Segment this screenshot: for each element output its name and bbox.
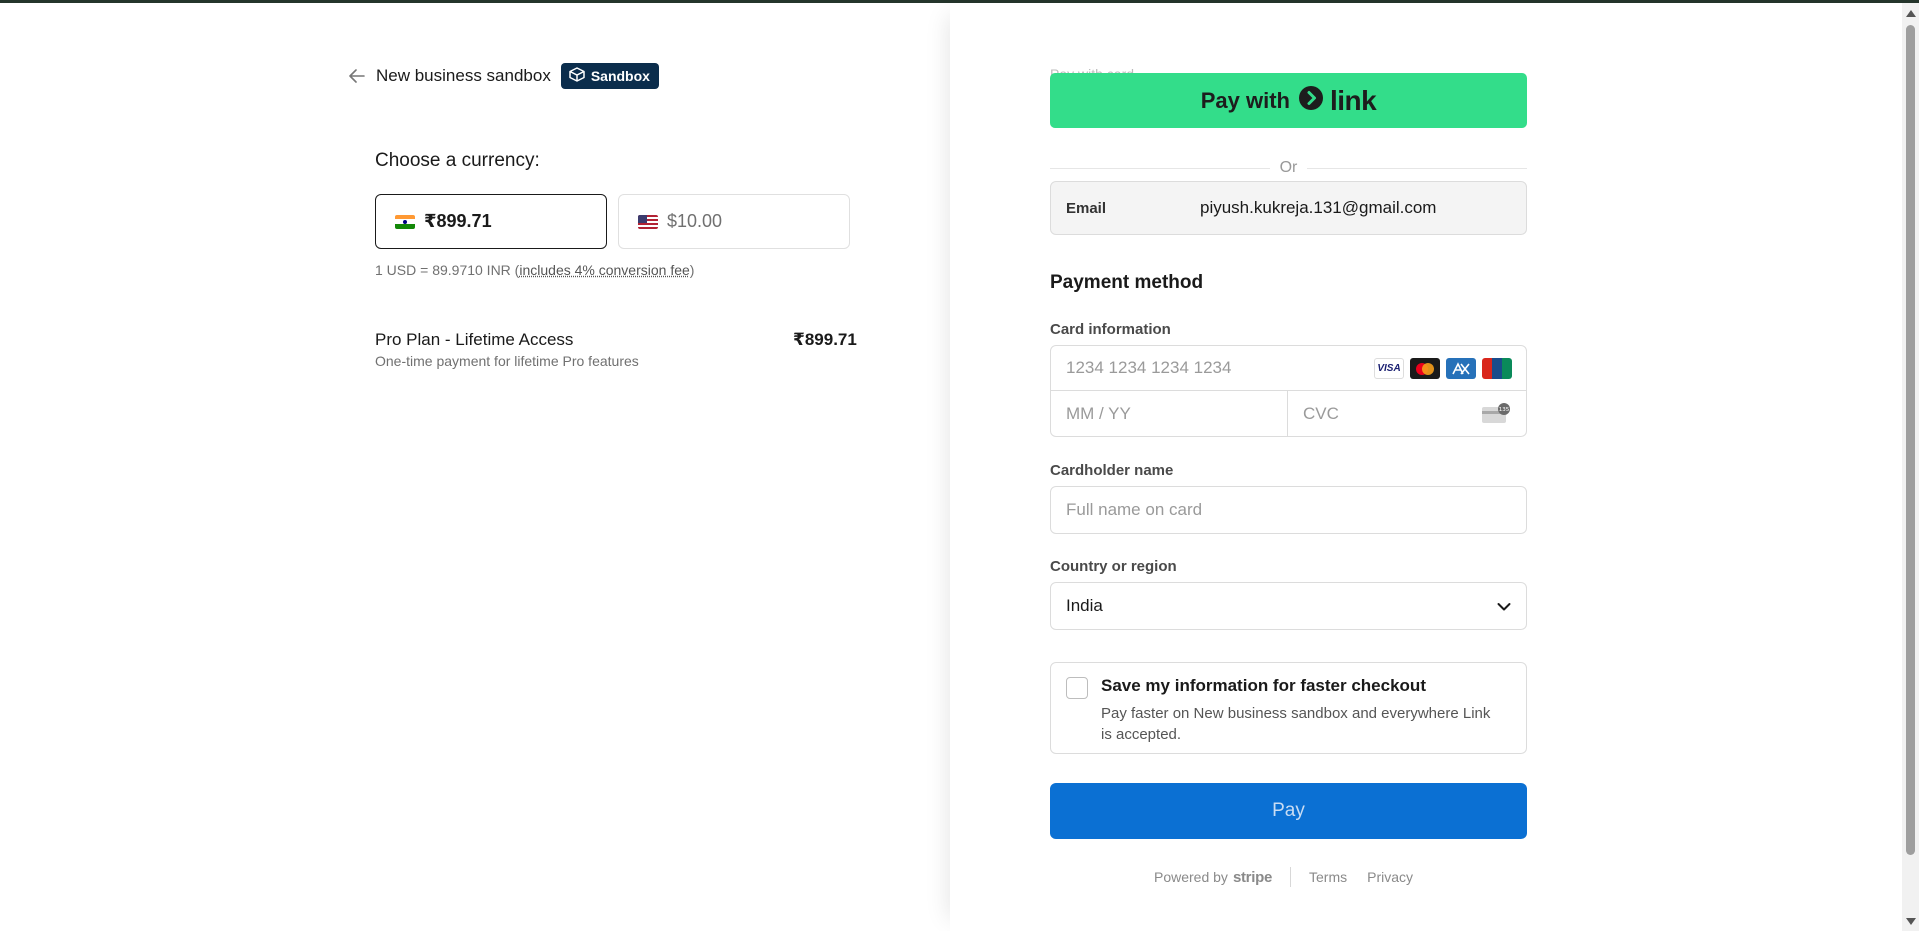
scroll-thumb[interactable]: [1906, 25, 1915, 855]
divider-line: [1307, 167, 1527, 169]
chevron-down-icon: [1497, 599, 1511, 617]
visa-icon: VISA: [1374, 358, 1404, 379]
rate-text: 1 USD = 89.9710 INR (: [375, 262, 520, 278]
save-info-title: Save my information for faster checkout: [1101, 676, 1426, 695]
cardholder-placeholder: Full name on card: [1066, 500, 1203, 519]
scroll-up-arrow-icon[interactable]: [1906, 10, 1916, 17]
cvc-hint-text: 135: [1499, 407, 1510, 413]
amex-icon: [1446, 358, 1476, 379]
divider-line: [1050, 167, 1270, 169]
link-button-prefix: Pay with: [1200, 87, 1290, 113]
currency-heading: Choose a currency:: [375, 150, 540, 171]
country-value: India: [1066, 596, 1103, 615]
country-select[interactable]: India: [1050, 582, 1527, 630]
cvc-card-icon: 135: [1481, 402, 1511, 429]
currency-option-inr[interactable]: ₹899.71: [375, 194, 607, 249]
save-info-checkbox[interactable]: [1066, 677, 1088, 699]
footer: Powered by stripe Terms Privacy: [1154, 866, 1413, 888]
payment-method-heading: Payment method: [1050, 272, 1204, 293]
currency-value-usd: $10.00: [667, 211, 723, 231]
sandbox-badge: Sandbox: [560, 63, 659, 89]
mastercard-icon: [1410, 358, 1440, 379]
footer-divider: [1290, 867, 1291, 887]
link-chevron-icon: [1298, 85, 1324, 116]
country-region-label: Country or region: [1050, 558, 1177, 575]
stripe-logo[interactable]: stripe: [1233, 869, 1272, 886]
email-field[interactable]: Email piyush.kukreja.131@gmail.com: [1050, 181, 1527, 235]
cardholder-name-label: Cardholder name: [1050, 462, 1174, 479]
india-flag-icon: [395, 214, 415, 229]
powered-by-text: Powered by: [1154, 869, 1228, 885]
unionpay-icon: [1482, 358, 1512, 379]
conversion-fee-link[interactable]: includes 4% conversion fee: [519, 262, 689, 278]
card-number-placeholder: 1234 1234 1234 1234: [1066, 358, 1232, 377]
cube-icon: [569, 67, 585, 85]
product-description: One-time payment for lifetime Pro featur…: [375, 353, 639, 369]
currency-value-inr: ₹899.71: [424, 211, 492, 231]
back-arrow-icon[interactable]: [349, 67, 367, 85]
pay-button[interactable]: Pay: [1050, 783, 1527, 839]
or-label: Or: [1279, 159, 1298, 176]
email-value: piyush.kukreja.131@gmail.com: [1200, 198, 1437, 217]
expiry-placeholder: MM / YY: [1066, 403, 1131, 423]
pay-with-link-button[interactable]: Pay with link: [1050, 73, 1527, 128]
product-name: Pro Plan - Lifetime Access: [375, 330, 574, 349]
product-price: ₹899.71: [793, 330, 857, 349]
cvc-input[interactable]: CVC 135: [1288, 391, 1525, 436]
expiry-input[interactable]: MM / YY: [1051, 391, 1288, 436]
terms-link[interactable]: Terms: [1309, 869, 1347, 885]
conversion-rate-note: 1 USD = 89.9710 INR (includes 4% convers…: [375, 262, 694, 278]
rate-suffix: ): [689, 262, 695, 278]
pay-button-label: Pay: [1272, 800, 1305, 821]
currency-option-usd[interactable]: $10.00: [618, 194, 850, 249]
card-information-group: 1234 1234 1234 1234 VISA MM / YY CVC 135: [1050, 345, 1527, 437]
card-information-label: Card information: [1050, 321, 1171, 338]
or-divider: Or: [1050, 158, 1527, 178]
privacy-link[interactable]: Privacy: [1367, 869, 1413, 885]
card-number-input[interactable]: 1234 1234 1234 1234 VISA: [1051, 346, 1526, 391]
cvc-placeholder: CVC: [1303, 403, 1339, 423]
email-label: Email: [1066, 199, 1107, 217]
card-brand-logos: VISA: [1374, 358, 1512, 379]
page-scrollbar[interactable]: [1902, 3, 1919, 931]
merchant-header: New business sandbox Sandbox: [349, 62, 659, 90]
sandbox-badge-label: Sandbox: [590, 68, 650, 84]
order-summary-pane: [0, 3, 950, 931]
cardholder-name-input[interactable]: Full name on card: [1050, 486, 1527, 534]
business-name-link[interactable]: New business sandbox: [376, 66, 551, 86]
save-info-option: Save my information for faster checkout …: [1050, 662, 1527, 754]
scroll-down-arrow-icon[interactable]: [1906, 918, 1916, 925]
link-brand-text: link: [1330, 84, 1377, 116]
save-info-description: Pay faster on New business sandbox and e…: [1101, 705, 1491, 743]
us-flag-icon: [638, 214, 658, 229]
